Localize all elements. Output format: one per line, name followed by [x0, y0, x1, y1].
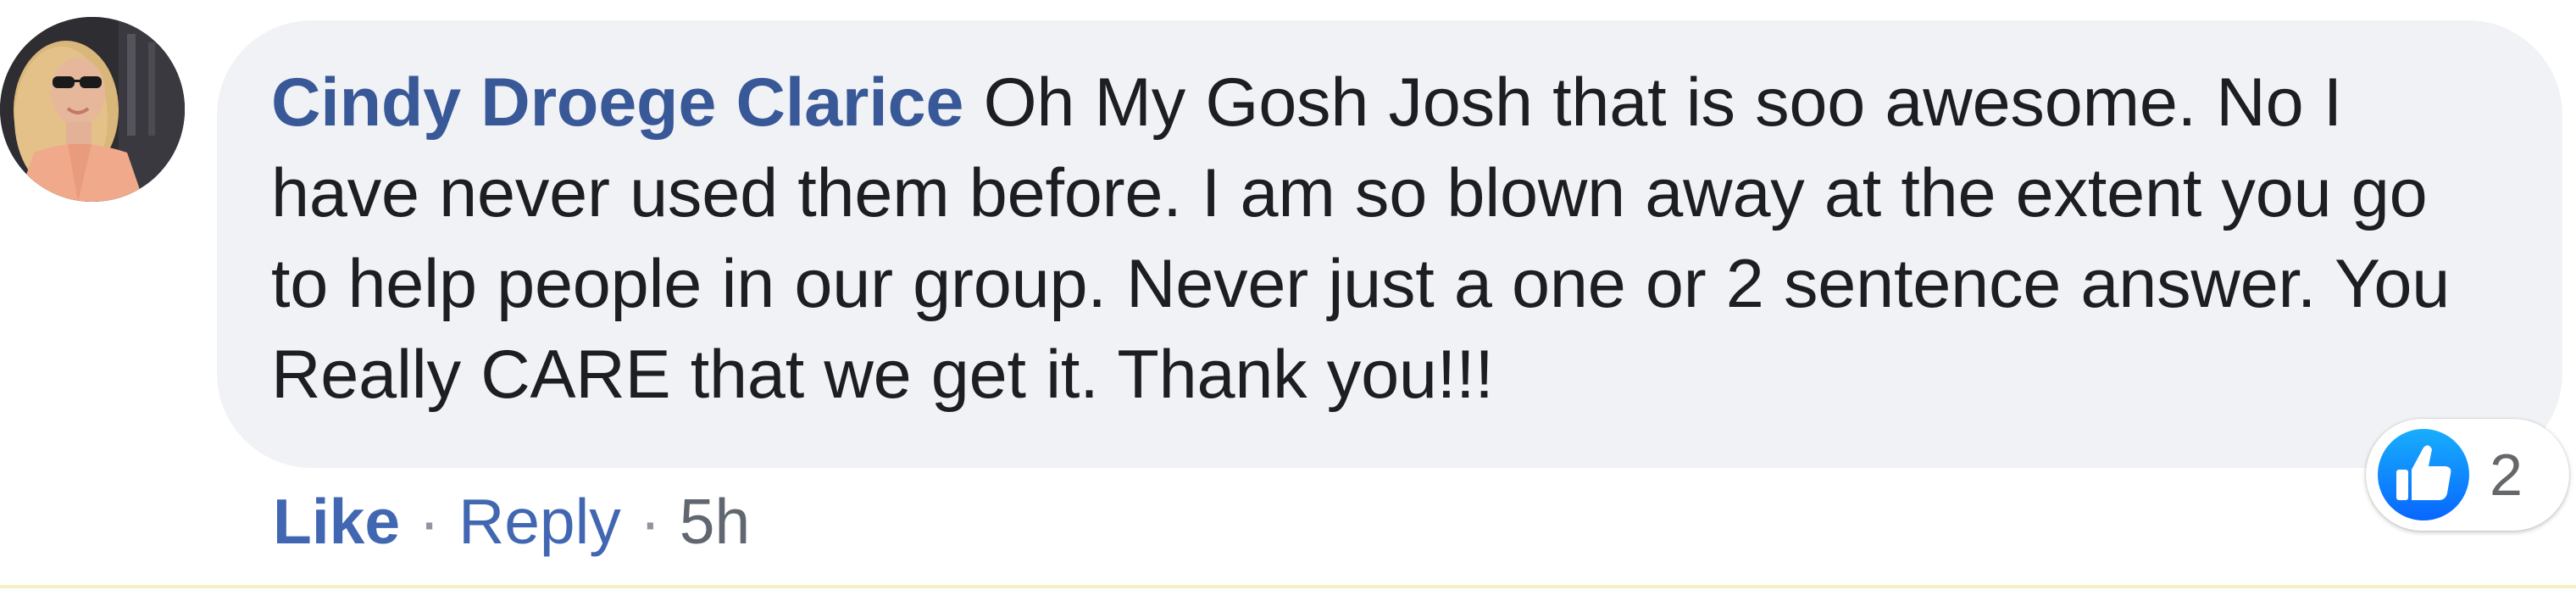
like-button[interactable]: Like	[273, 483, 400, 559]
reaction-count: 2	[2490, 442, 2523, 508]
reaction-summary[interactable]: 2	[2366, 419, 2569, 531]
divider	[0, 585, 2576, 588]
comment-bubble: Cindy Droege Clarice Oh My Gosh Josh tha…	[217, 20, 2562, 468]
comment-text: Cindy Droege Clarice Oh My Gosh Josh tha…	[271, 58, 2500, 420]
separator-dot: ·	[419, 486, 441, 557]
avatar[interactable]	[0, 17, 185, 202]
reply-button[interactable]: Reply	[458, 483, 621, 559]
timestamp-link[interactable]: 5h	[680, 483, 750, 559]
author-name-link[interactable]: Cindy Droege Clarice	[271, 64, 963, 141]
comment: Cindy Droege Clarice Oh My Gosh Josh tha…	[0, 0, 2576, 590]
avatar-photo	[0, 17, 185, 202]
thumbs-up-icon	[2378, 429, 2469, 520]
comment-actions: Like · Reply · 5h	[273, 483, 750, 559]
separator-dot: ·	[639, 486, 661, 557]
